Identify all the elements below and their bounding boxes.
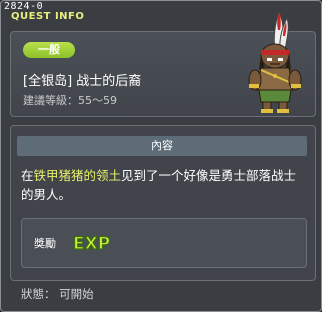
content-header: 內容 — [17, 136, 307, 156]
reward-label: 獎勵 — [34, 237, 56, 250]
npc-portrait-icon — [248, 10, 302, 113]
window-title: QUEST INFO — [11, 11, 85, 22]
desc-prefix: 在 — [21, 168, 34, 183]
quest-status: 狀態： 可開始 — [21, 287, 94, 301]
quest-summary-panel: 一般 [全银岛] 战士的后裔 建議等級：55～59 — [10, 10, 316, 117]
quest-info-window: 2824-0 QUEST INFO 一般 [全银岛] 战士的后裔 建議等級：55… — [0, 0, 322, 312]
quest-category-badge: 一般 — [23, 42, 75, 58]
recommended-level: 建議等級：55～59 — [23, 94, 117, 107]
quest-title: [全银岛] 战士的后裔 — [23, 74, 142, 89]
desc-location-link[interactable]: 铁甲猪猪的领土 — [34, 168, 122, 183]
quest-content-panel: 內容 在铁甲猪猪的领土见到了一个好像是勇士部落战士的男人。 獎勵 EXP — [10, 125, 316, 281]
quest-description: 在铁甲猪猪的领土见到了一个好像是勇士部落战士的男人。 — [21, 166, 307, 204]
exp-icon: EXP — [72, 233, 110, 253]
exp-text: EXP — [73, 234, 110, 253]
reward-box: 獎勵 EXP — [21, 218, 307, 268]
